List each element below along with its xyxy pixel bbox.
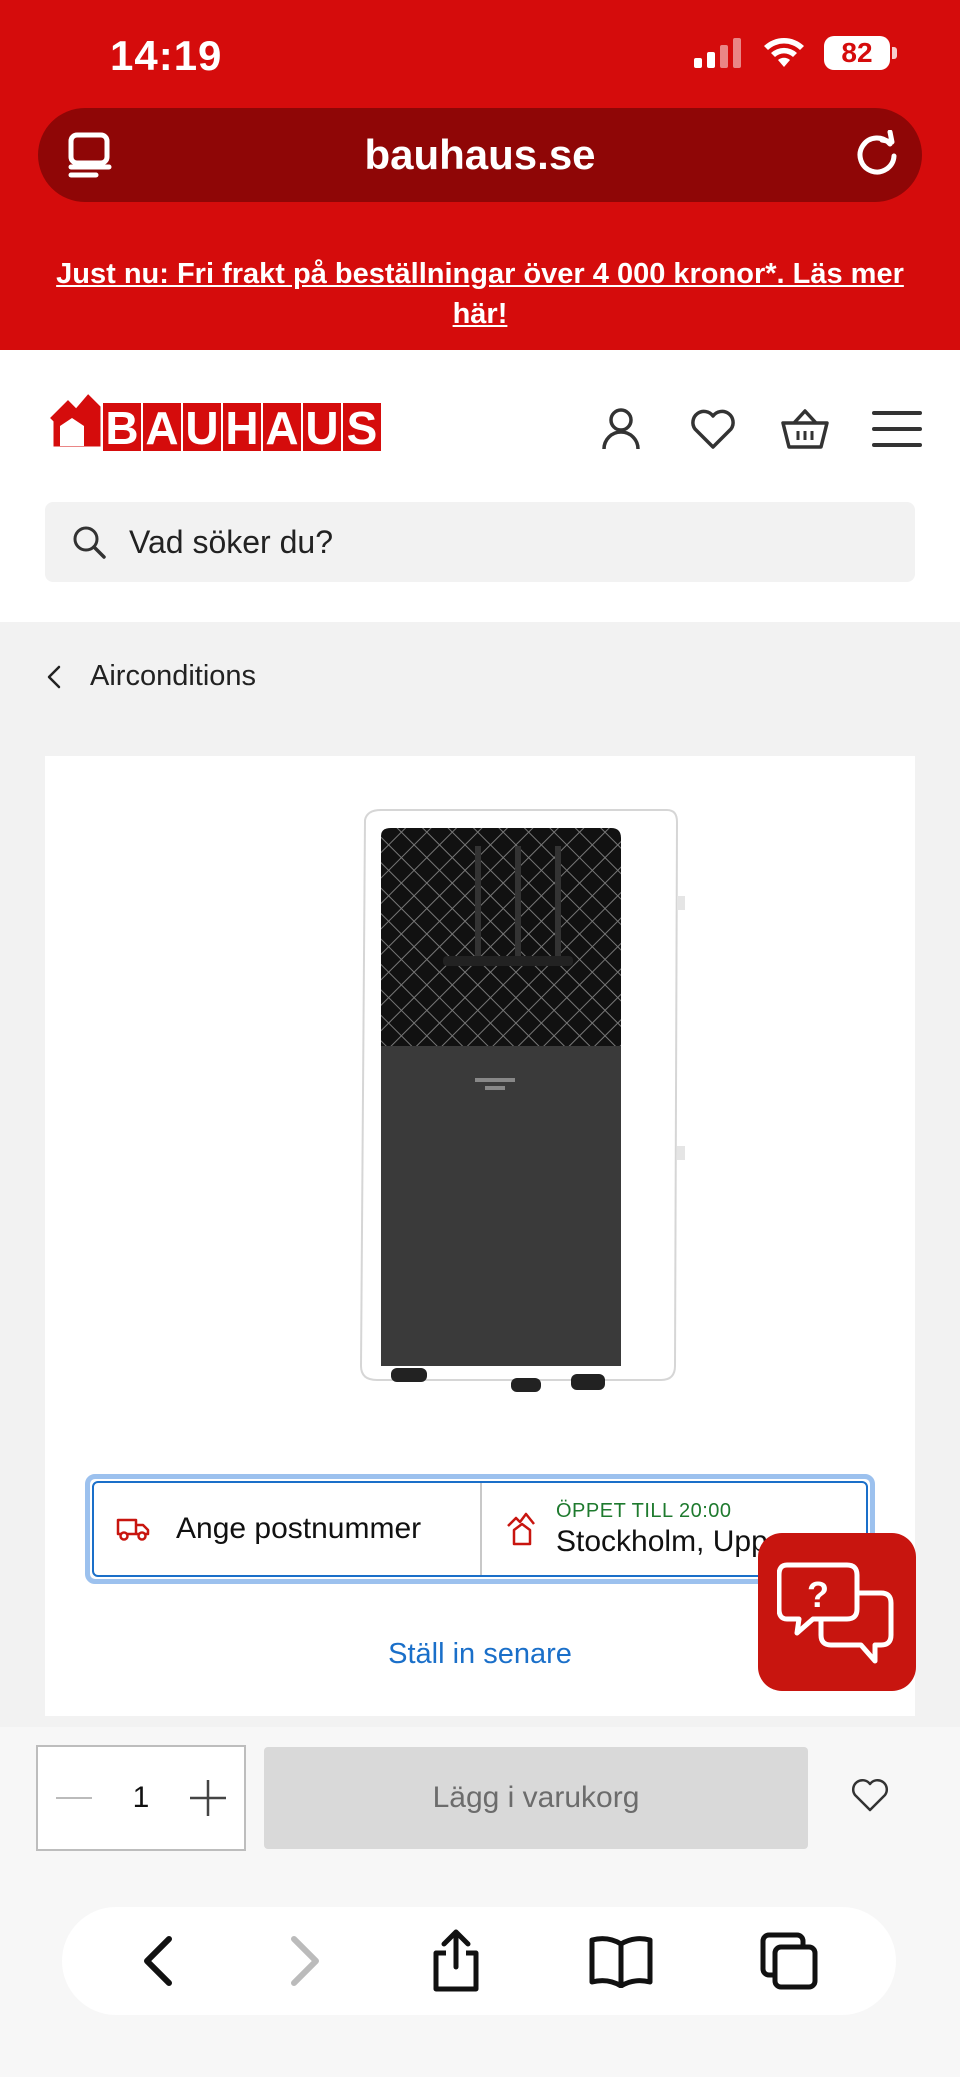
- url-bar[interactable]: bauhaus.se: [38, 108, 922, 202]
- postcode-button[interactable]: Ange postnummer: [94, 1483, 482, 1575]
- status-time: 14:19: [110, 32, 223, 79]
- account-button[interactable]: [596, 404, 646, 454]
- site-header: B A U H A U S Vad söker du?: [0, 350, 960, 622]
- wifi-icon: [764, 38, 804, 67]
- bauhaus-logo[interactable]: B A U H A U S: [46, 378, 402, 454]
- svg-text:?: ?: [807, 1574, 829, 1615]
- store-name: Stockholm, Upp: [556, 1524, 768, 1558]
- quantity-stepper[interactable]: 1: [36, 1745, 246, 1851]
- share-icon[interactable]: [430, 1929, 482, 1993]
- postcode-label: Ange postnummer: [176, 1512, 422, 1545]
- search-input[interactable]: Vad söker du?: [45, 502, 915, 582]
- decrease-quantity-button[interactable]: [56, 1797, 92, 1799]
- svg-text:A: A: [265, 402, 298, 454]
- search-icon: [73, 526, 106, 559]
- browser-toolbar: [62, 1907, 896, 2015]
- basket-icon: [781, 409, 829, 449]
- delivery-options: Ange postnummer ÖPPET TILL 20:00 Stockho…: [92, 1481, 868, 1577]
- product-image[interactable]: [325, 806, 695, 1416]
- svg-text:B: B: [105, 402, 138, 454]
- basket-button[interactable]: [780, 404, 830, 454]
- bookmarks-icon[interactable]: [588, 1934, 654, 1988]
- opening-hours: ÖPPET TILL 20:00: [556, 1499, 732, 1522]
- top-bar: 14:19 82 bauhaus.se Just nu: Fri frakt p…: [0, 0, 960, 350]
- search-placeholder: Vad söker du?: [129, 523, 333, 560]
- header-actions: [596, 404, 922, 454]
- promo-banner-link[interactable]: Just nu: Fri frakt på beställningar över…: [40, 254, 920, 334]
- chat-icon: ?: [777, 1562, 894, 1664]
- add-to-cart-button[interactable]: Lägg i varukorg: [264, 1747, 808, 1849]
- chat-support-button[interactable]: ?: [758, 1533, 916, 1691]
- menu-button[interactable]: [872, 404, 922, 454]
- svg-text:U: U: [185, 402, 218, 454]
- svg-text:U: U: [305, 402, 338, 454]
- svg-text:H: H: [225, 402, 258, 454]
- chevron-left-icon: [47, 665, 61, 688]
- hamburger-menu-icon: [872, 411, 922, 447]
- svg-text:S: S: [347, 402, 378, 454]
- breadcrumb[interactable]: Airconditions: [46, 660, 256, 693]
- store-icon: [507, 1512, 535, 1546]
- heart-icon: [691, 409, 735, 449]
- reload-icon[interactable]: [852, 130, 902, 180]
- breadcrumb-label: Airconditions: [90, 660, 257, 692]
- url-text: bauhaus.se: [364, 131, 596, 178]
- delivery-selector[interactable]: Ange postnummer ÖPPET TILL 20:00 Stockho…: [85, 1474, 875, 1584]
- svg-text:A: A: [145, 402, 178, 454]
- page-menu-icon[interactable]: [68, 132, 112, 178]
- store-info: ÖPPET TILL 20:00 Stockholm, Upp: [556, 1500, 768, 1559]
- status-icons: 82: [694, 36, 897, 70]
- add-to-wishlist-heart-icon[interactable]: [850, 1777, 890, 1813]
- delivery-truck-icon: [116, 1518, 150, 1541]
- wishlist-button[interactable]: [688, 404, 738, 454]
- battery-icon: 82: [824, 36, 897, 70]
- quantity-value: 1: [132, 1781, 150, 1814]
- back-arrow-icon[interactable]: [139, 1935, 179, 1987]
- tabs-icon[interactable]: [759, 1931, 819, 1991]
- forward-arrow-icon[interactable]: [284, 1935, 324, 1987]
- cellular-signal-icon: [694, 38, 741, 68]
- increase-quantity-button[interactable]: [190, 1780, 226, 1816]
- bottom-action-bar: 1 Lägg i varukorg: [0, 1727, 960, 2077]
- user-icon: [602, 408, 640, 450]
